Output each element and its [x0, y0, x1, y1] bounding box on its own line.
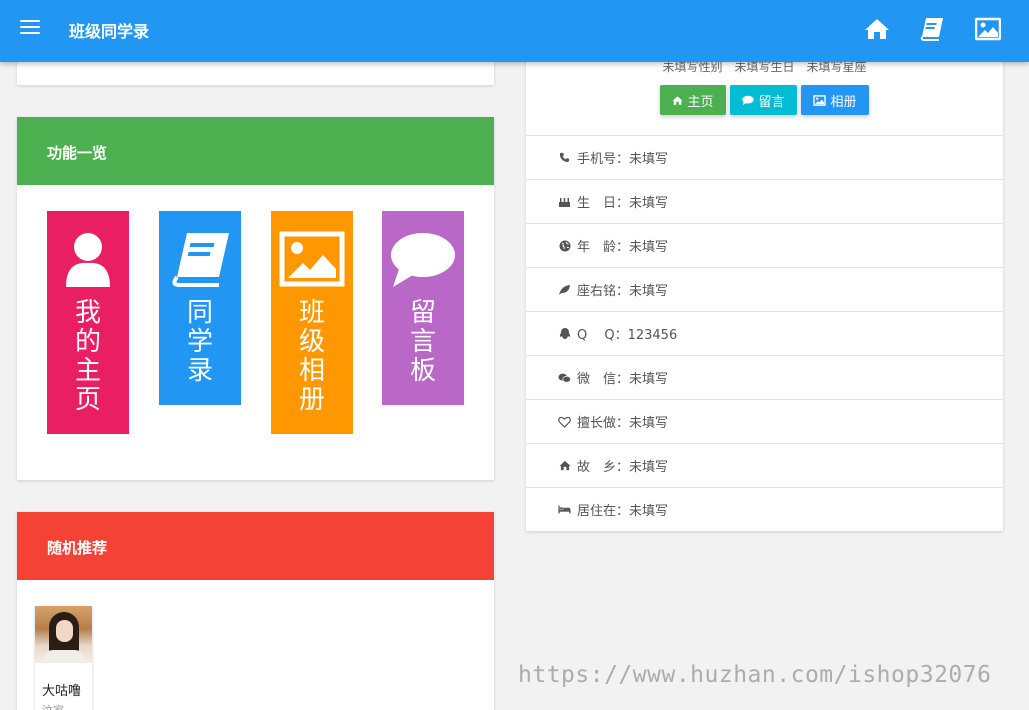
- image-icon: [813, 94, 827, 106]
- phone-icon: [558, 151, 571, 164]
- tile-label: 同学录: [186, 298, 213, 386]
- info-row-wechat: 微 信：未填写: [526, 355, 1003, 399]
- button-label: 主页: [687, 94, 714, 110]
- tile-label: 留言板: [409, 298, 436, 386]
- profile-album-button[interactable]: 相册: [801, 85, 869, 115]
- qq-icon: [558, 327, 571, 340]
- info-row-skill: 擅长做：未填写: [526, 399, 1003, 443]
- info-row-hometown: 故 乡：未填写: [526, 443, 1003, 487]
- home-icon: [672, 95, 684, 105]
- comment-icon: [389, 231, 457, 293]
- button-label: 留言: [758, 94, 785, 110]
- info-row-phone: 手机号：未填写: [526, 135, 1003, 179]
- wechat-icon: [558, 371, 571, 384]
- info-text: Q Q：123456: [577, 328, 678, 343]
- tile-my-homepage[interactable]: 我的主页: [47, 211, 129, 434]
- top-app-bar: 班级同学录: [0, 0, 1029, 62]
- info-text: 微 信：未填写: [577, 372, 669, 387]
- image-icon: [279, 231, 345, 291]
- classmate-sub: 汶家: [42, 702, 64, 710]
- random-card-title: 随机推荐: [17, 512, 494, 580]
- info-text: 手机号：未填写: [577, 152, 669, 167]
- bed-icon: [558, 503, 571, 516]
- heart-icon: [558, 415, 571, 428]
- image-icon[interactable]: [974, 17, 1002, 41]
- classmate-card[interactable]: 大咕噜 汶家: [35, 606, 92, 710]
- app-title: 班级同学录: [69, 22, 150, 41]
- tile-label: 我的主页: [74, 298, 101, 415]
- features-card-title: 功能一览: [17, 117, 494, 185]
- menu-icon[interactable]: [20, 20, 40, 36]
- info-row-birthday: 生 日：未填写: [526, 179, 1003, 223]
- profile-message-button[interactable]: 留言: [730, 85, 797, 115]
- tile-classmates[interactable]: 同学录: [159, 211, 241, 405]
- tile-label: 班级相册: [298, 298, 325, 415]
- cake-icon: [558, 195, 571, 208]
- info-text: 生 日：未填写: [577, 196, 669, 211]
- profile-home-button[interactable]: 主页: [660, 85, 726, 115]
- info-row-residence: 居住在：未填写: [526, 487, 1003, 531]
- info-text: 故 乡：未填写: [577, 460, 669, 475]
- info-text: 居住在：未填写: [577, 504, 669, 519]
- tile-message-board[interactable]: 留言板: [382, 211, 464, 405]
- random-recommend-card: 随机推荐 大咕噜 汶家: [17, 512, 494, 710]
- avatar: [35, 606, 92, 663]
- info-row-age: 年 龄：未填写: [526, 223, 1003, 267]
- info-text: 擅长做：未填写: [577, 416, 669, 431]
- leaf-icon: [558, 283, 571, 296]
- home-icon[interactable]: [864, 17, 890, 41]
- tile-class-album[interactable]: 班级相册: [271, 211, 353, 434]
- home-icon: [558, 459, 571, 472]
- book-icon: [169, 231, 231, 291]
- user-icon: [64, 231, 112, 293]
- info-row-motto: 座右铭：未填写: [526, 267, 1003, 311]
- watermark: https://www.huzhan.com/ishop32076: [518, 662, 992, 688]
- info-text: 座右铭：未填写: [577, 284, 669, 299]
- classmate-name: 大咕噜: [42, 684, 82, 699]
- globe-icon: [558, 239, 571, 252]
- comment-icon: [742, 95, 755, 105]
- book-icon[interactable]: [919, 17, 945, 41]
- info-text: 年 龄：未填写: [577, 240, 669, 255]
- info-row-qq: Q Q：123456: [526, 311, 1003, 355]
- button-label: 相册: [830, 94, 857, 110]
